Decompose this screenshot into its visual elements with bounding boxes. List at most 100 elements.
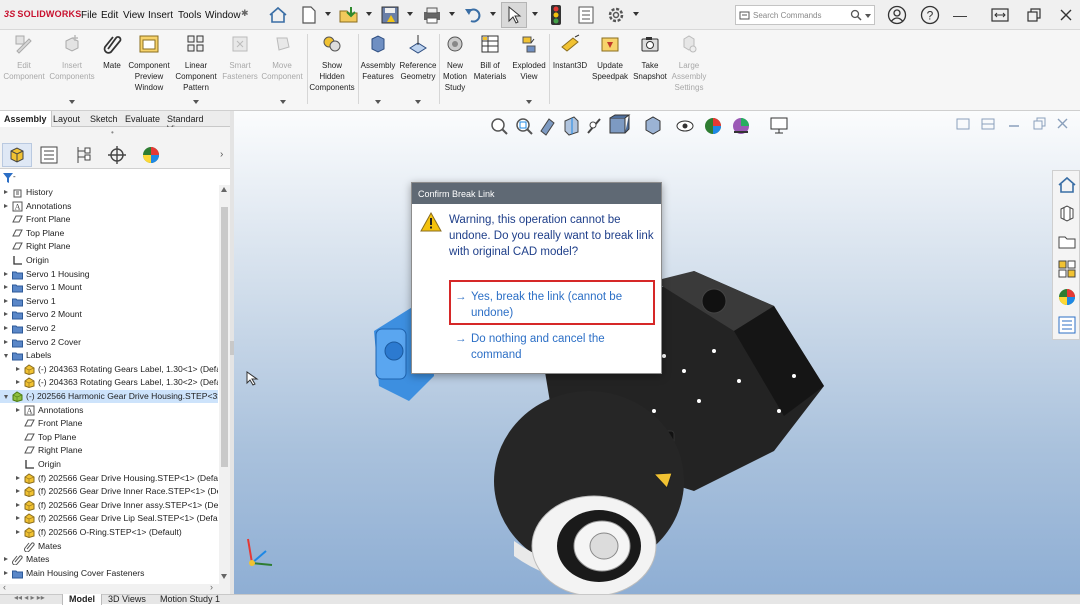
select-dropdown-icon[interactable] bbox=[532, 12, 538, 16]
minimize-button[interactable]: — bbox=[948, 3, 972, 27]
assembly-features-button[interactable]: Assembly Features bbox=[360, 33, 396, 82]
section-view-icon[interactable] bbox=[564, 116, 579, 136]
menu-file[interactable]: File bbox=[81, 10, 97, 21]
expand-closed-icon[interactable] bbox=[4, 203, 8, 208]
panel-tabs-more-icon[interactable]: › bbox=[220, 149, 223, 160]
tree-item[interactable]: (f) 202566 Gear Drive Housing.STEP<1> (D… bbox=[0, 472, 218, 485]
search-icon[interactable] bbox=[850, 9, 862, 21]
view-settings-icon[interactable] bbox=[770, 117, 788, 134]
hide-show-items-icon[interactable] bbox=[676, 120, 694, 132]
tree-item[interactable]: (f) 202566 Gear Drive Inner Race.STEP<1>… bbox=[0, 485, 218, 498]
tab-model[interactable]: Model bbox=[62, 594, 102, 605]
take-snapshot-button[interactable]: Take Snapshot bbox=[631, 33, 669, 82]
save-button[interactable] bbox=[377, 2, 403, 28]
open-button[interactable] bbox=[336, 2, 362, 28]
apply-scene-icon[interactable] bbox=[733, 118, 749, 134]
tree-item[interactable]: Right Plane bbox=[0, 444, 218, 457]
expand-closed-icon[interactable] bbox=[16, 502, 20, 507]
home-button[interactable] bbox=[265, 2, 291, 28]
property-manager-tab[interactable] bbox=[34, 143, 64, 167]
display-manager-tab[interactable] bbox=[136, 143, 166, 167]
print-button[interactable] bbox=[419, 2, 445, 28]
tree-item[interactable]: Mates bbox=[0, 553, 218, 566]
expand-closed-icon[interactable] bbox=[16, 366, 20, 371]
feature-manager-tab[interactable] bbox=[2, 143, 32, 167]
solidworks-logo[interactable]: 3S SOLIDWORKS bbox=[4, 9, 81, 19]
previous-view-icon[interactable] bbox=[540, 118, 555, 136]
scroll-down-icon[interactable] bbox=[221, 574, 227, 579]
expand-closed-icon[interactable] bbox=[4, 271, 8, 276]
panel-collapse-bar[interactable]: • bbox=[0, 127, 230, 141]
viewport-split-icon[interactable] bbox=[956, 118, 970, 130]
menu-view[interactable]: View bbox=[123, 10, 145, 21]
design-library-icon[interactable] bbox=[1057, 203, 1077, 223]
expand-closed-icon[interactable] bbox=[4, 326, 8, 330]
expand-closed-icon[interactable] bbox=[4, 190, 8, 194]
tree-item[interactable]: (f) 202566 Gear Drive Lip Seal.STEP<1> (… bbox=[0, 512, 218, 525]
file-properties-button[interactable] bbox=[573, 2, 599, 28]
component-preview-window-button[interactable]: Component Preview Window bbox=[128, 33, 170, 93]
smart-fasteners-button[interactable]: Smart Fasteners bbox=[222, 33, 258, 82]
insert-components-button[interactable]: Insert Components bbox=[48, 33, 96, 82]
tree-item[interactable]: Front Plane bbox=[0, 213, 218, 226]
restore-panel-button[interactable] bbox=[988, 3, 1012, 27]
menu-window[interactable]: Window bbox=[205, 10, 241, 21]
tree-item[interactable]: Servo 2 bbox=[0, 322, 218, 335]
maximize-button[interactable] bbox=[1022, 3, 1046, 27]
select-button[interactable] bbox=[501, 2, 527, 28]
tree-item[interactable]: (-) 204363 Rotating Gears Label, 1.30<2>… bbox=[0, 376, 218, 389]
tree-item[interactable]: History bbox=[0, 186, 218, 199]
expand-closed-icon[interactable] bbox=[16, 489, 20, 494]
scroll-up-icon[interactable] bbox=[221, 187, 227, 192]
undo-button[interactable] bbox=[460, 2, 486, 28]
tree-item[interactable]: Main Housing Cover Fasteners bbox=[0, 567, 218, 580]
expand-closed-icon[interactable] bbox=[16, 475, 20, 480]
tab-motion-study-1[interactable]: Motion Study 1 bbox=[154, 594, 226, 605]
tree-item[interactable]: (f) 202566 Gear Drive Inner assy.STEP<1>… bbox=[0, 499, 218, 512]
tab-evaluate[interactable]: Evaluate bbox=[121, 111, 164, 127]
tree-item[interactable]: Servo 2 Mount bbox=[0, 308, 218, 321]
expand-closed-icon[interactable] bbox=[4, 285, 8, 290]
save-dropdown-icon[interactable] bbox=[407, 12, 413, 16]
tab-assembly[interactable]: Assembly bbox=[0, 111, 52, 127]
linear-component-pattern-button[interactable]: Linear Component Pattern bbox=[172, 33, 220, 93]
expand-closed-icon[interactable] bbox=[16, 516, 20, 521]
reference-geometry-dropdown-icon[interactable] bbox=[415, 100, 421, 104]
appearances-scenes-icon[interactable] bbox=[1057, 287, 1077, 307]
mate-button[interactable]: Mate bbox=[98, 33, 126, 71]
tree-item[interactable]: (f) 202566 O-Ring.STEP<1> (Default) bbox=[0, 526, 218, 539]
search-input[interactable]: Search Commands bbox=[735, 5, 875, 25]
reference-geometry-button[interactable]: Reference Geometry bbox=[398, 33, 438, 82]
new-dropdown-icon[interactable] bbox=[325, 12, 331, 16]
tab-3d-views[interactable]: 3D Views bbox=[102, 594, 152, 605]
filter-dropdown-icon[interactable]: - bbox=[13, 172, 16, 181]
menu-tools[interactable]: Tools bbox=[178, 10, 201, 21]
exploded-view-button[interactable]: Exploded View bbox=[510, 33, 548, 82]
update-speedpak-button[interactable]: Update Speedpak bbox=[591, 33, 629, 82]
search-dropdown-icon[interactable] bbox=[865, 14, 871, 18]
tree-item[interactable]: A Annotations bbox=[0, 200, 218, 213]
tree-item[interactable]: Mates bbox=[0, 540, 218, 553]
help-button[interactable]: ? bbox=[918, 3, 942, 27]
viewport-close-icon[interactable] bbox=[1057, 118, 1068, 129]
open-dropdown-icon[interactable] bbox=[366, 12, 372, 16]
tree-item[interactable]: Front Plane bbox=[0, 417, 218, 430]
custom-properties-icon[interactable] bbox=[1057, 315, 1077, 335]
tree-item[interactable]: Right Plane bbox=[0, 240, 218, 253]
tab-sketch[interactable]: Sketch bbox=[86, 111, 122, 127]
scroll-right-icon[interactable]: › bbox=[210, 582, 213, 592]
expand-closed-icon[interactable] bbox=[4, 557, 8, 562]
tree-item[interactable]: Servo 1 Mount bbox=[0, 281, 218, 294]
viewport-restore-icon[interactable] bbox=[1033, 117, 1046, 130]
zoom-to-area-icon[interactable] bbox=[516, 118, 533, 135]
options-dropdown-icon[interactable] bbox=[633, 12, 639, 16]
rebuild-button[interactable] bbox=[543, 2, 569, 28]
tree-scrollbar[interactable] bbox=[219, 185, 230, 584]
expand-closed-icon[interactable] bbox=[4, 298, 8, 303]
menu-edit[interactable]: Edit bbox=[101, 10, 118, 21]
dimxpert-manager-tab[interactable] bbox=[102, 143, 132, 167]
expand-open-icon[interactable] bbox=[4, 395, 8, 399]
exploded-view-dropdown-icon[interactable] bbox=[526, 100, 532, 104]
scroll-left-icon[interactable]: ‹ bbox=[3, 582, 6, 592]
expand-closed-icon[interactable] bbox=[4, 312, 8, 317]
